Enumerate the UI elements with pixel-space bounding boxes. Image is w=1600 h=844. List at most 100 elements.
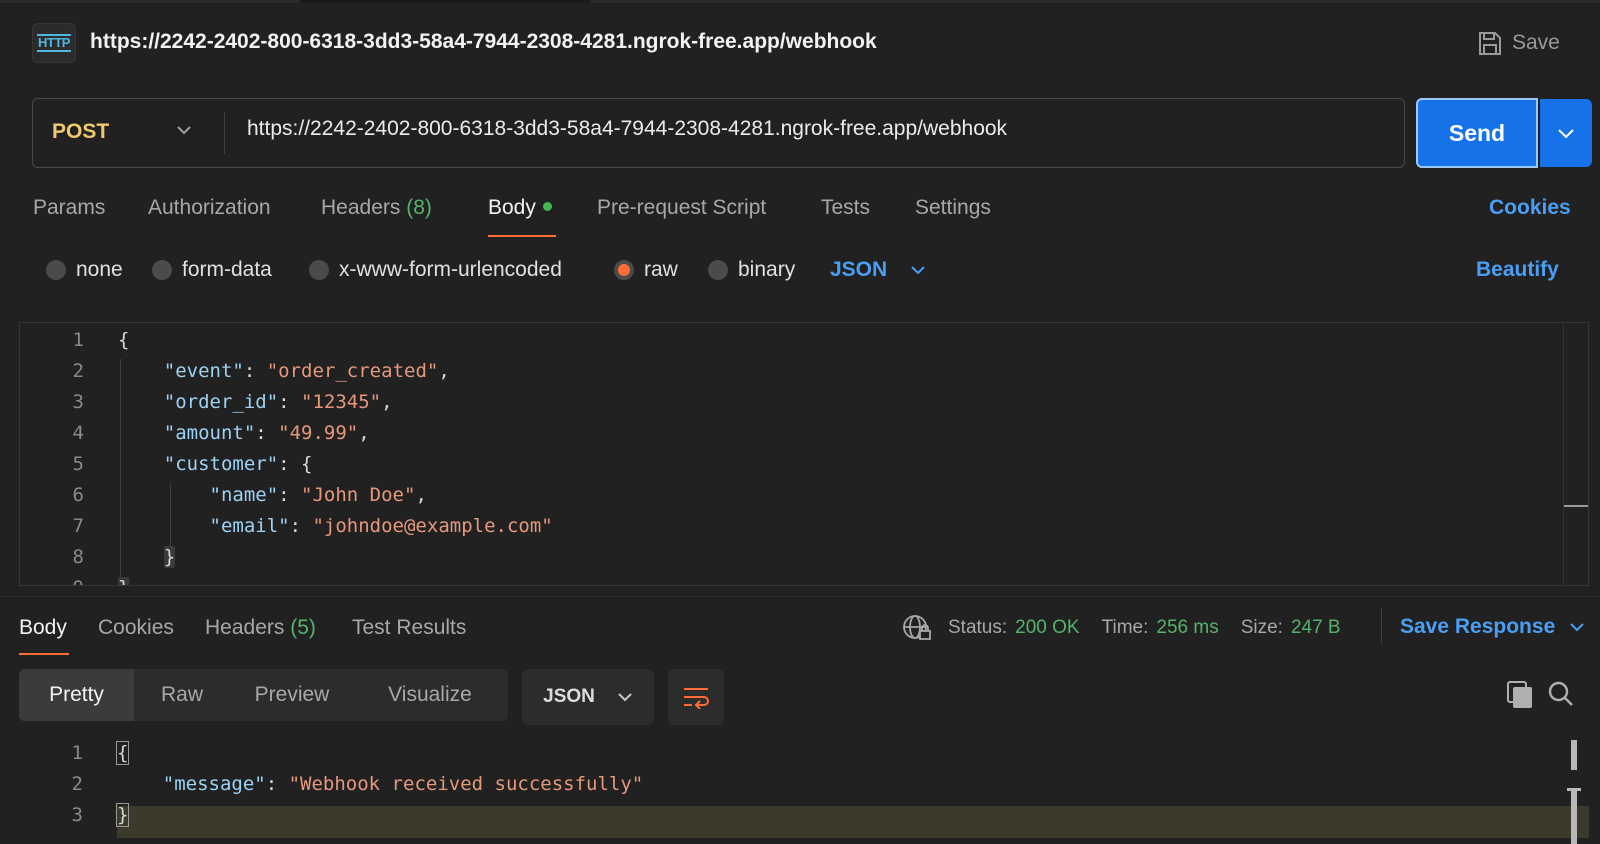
response-tab-body[interactable]: Body — [19, 616, 67, 640]
save-response-button[interactable]: Save Response — [1400, 615, 1585, 639]
request-title[interactable]: https://2242-2402-800-6318-3dd3-58a4-794… — [90, 30, 877, 54]
body-indicator-dot — [542, 202, 552, 211]
line-number: 2 — [72, 360, 84, 382]
line-number: 1 — [72, 329, 84, 351]
time-value: 256 ms — [1156, 617, 1219, 638]
response-tab-cookies[interactable]: Cookies — [98, 616, 174, 640]
radio-form-data-label: form-data — [182, 258, 272, 281]
pane-divider[interactable] — [0, 596, 1600, 597]
radio-raw-label: raw — [644, 258, 678, 281]
radio-raw[interactable]: raw — [614, 258, 678, 282]
save-label: Save — [1512, 31, 1560, 54]
radio-circle — [46, 260, 66, 280]
response-format-select[interactable]: JSON — [522, 669, 654, 725]
line-number: 3 — [72, 391, 84, 413]
radio-circle — [708, 260, 728, 280]
cookies-link[interactable]: Cookies — [1489, 196, 1571, 220]
line-number: 4 — [72, 422, 84, 444]
active-tab-indicator — [19, 653, 69, 655]
url-input[interactable] — [247, 117, 1367, 141]
response-format-label: JSON — [543, 686, 595, 707]
scroll-thumb[interactable] — [1571, 740, 1577, 770]
radio-form-data[interactable]: form-data — [152, 258, 272, 282]
status-label: Status: — [948, 617, 1008, 638]
view-visualize-button[interactable]: Visualize — [365, 669, 495, 721]
status-value: 200 OK — [1015, 617, 1080, 638]
radio-urlencoded-label: x-www-form-urlencoded — [339, 258, 562, 281]
code-line: "name": "John Doe", — [209, 484, 427, 506]
chevron-down-icon[interactable] — [176, 124, 192, 136]
tab-tests[interactable]: Tests — [821, 196, 870, 220]
save-response-label: Save Response — [1400, 615, 1556, 638]
radio-none-label: none — [76, 258, 123, 281]
response-scrollbar[interactable] — [1567, 740, 1581, 844]
save-button[interactable]: Save — [1478, 27, 1560, 59]
divider — [224, 112, 225, 154]
send-options-button[interactable] — [1540, 99, 1592, 167]
copy-icon[interactable] — [1507, 681, 1533, 709]
code-line: { — [118, 329, 130, 351]
http-icon: HTTP — [32, 23, 76, 63]
time-label: Time: — [1101, 617, 1149, 638]
tab-authorization[interactable]: Authorization — [148, 196, 271, 220]
line-number: 6 — [72, 484, 84, 506]
request-body-editor[interactable]: 1 2 3 4 5 6 7 8 9 { "event": "order_crea… — [19, 322, 1589, 586]
view-raw-button[interactable]: Raw — [144, 669, 220, 721]
tab-settings[interactable]: Settings — [915, 196, 991, 220]
code-line: "order_id": "12345", — [163, 391, 393, 413]
scroll-thumb[interactable] — [1564, 505, 1588, 507]
radio-urlencoded[interactable]: x-www-form-urlencoded — [309, 258, 562, 282]
line-number: 2 — [71, 773, 83, 795]
line-number: 5 — [72, 453, 84, 475]
response-view-group: Pretty Raw Preview Visualize — [19, 669, 508, 721]
tab-headers[interactable]: Headers (8) — [321, 196, 432, 220]
response-tab-headers[interactable]: Headers (5) — [205, 616, 316, 640]
send-button[interactable]: Send — [1416, 98, 1538, 168]
radio-none[interactable]: none — [46, 258, 123, 282]
tab-prerequest-script[interactable]: Pre-request Script — [597, 196, 766, 220]
chevron-down-icon[interactable] — [910, 264, 926, 276]
response-headers-count: (5) — [290, 616, 316, 639]
divider — [1381, 608, 1382, 644]
code-line: "customer": { — [163, 453, 313, 475]
chevron-down-icon — [618, 693, 632, 702]
http-badge-text: HTTP — [37, 34, 71, 52]
response-body-viewer[interactable]: 1 2 3 { "message": "Webhook received suc… — [19, 740, 1589, 844]
radio-binary[interactable]: binary — [708, 258, 795, 282]
editor-scrollbar[interactable] — [1563, 323, 1588, 585]
tab-body[interactable]: Body — [488, 196, 552, 220]
code-line: "event": "order_created", — [163, 360, 450, 382]
radio-circle — [309, 260, 329, 280]
line-number: 7 — [72, 515, 84, 537]
scroll-thumb[interactable] — [1571, 788, 1577, 844]
view-pretty-button[interactable]: Pretty — [19, 669, 134, 721]
wrap-lines-button[interactable] — [668, 669, 724, 725]
view-preview-button[interactable]: Preview — [237, 669, 347, 721]
search-icon[interactable] — [1548, 681, 1574, 707]
code-line: } — [118, 577, 130, 585]
code-line: { — [115, 741, 130, 765]
chevron-down-icon — [1570, 623, 1584, 632]
line-number: 1 — [71, 742, 83, 764]
response-tab-test-results[interactable]: Test Results — [352, 616, 466, 640]
beautify-button[interactable]: Beautify — [1476, 258, 1559, 282]
method-select[interactable]: POST — [52, 120, 109, 144]
radio-circle — [152, 260, 172, 280]
current-line-highlight — [117, 806, 1589, 838]
radio-circle-selected — [614, 260, 634, 280]
tab-headers-label: Headers — [321, 196, 401, 219]
code-line: "email": "johndoe@example.com" — [209, 515, 553, 537]
code-line: "message": "Webhook received successfull… — [162, 773, 644, 795]
line-number: 3 — [71, 804, 83, 826]
code-line: } — [163, 546, 176, 568]
save-icon — [1479, 32, 1501, 55]
code-line: } — [115, 803, 130, 827]
globe-lock-icon[interactable] — [902, 614, 932, 642]
tab-params[interactable]: Params — [33, 196, 105, 220]
chevron-down-icon — [1558, 129, 1574, 139]
active-tab-indicator — [488, 235, 556, 237]
tab-body-label: Body — [488, 196, 536, 219]
line-number: 8 — [72, 546, 84, 568]
radio-binary-label: binary — [738, 258, 796, 281]
body-language-select[interactable]: JSON — [830, 258, 887, 282]
